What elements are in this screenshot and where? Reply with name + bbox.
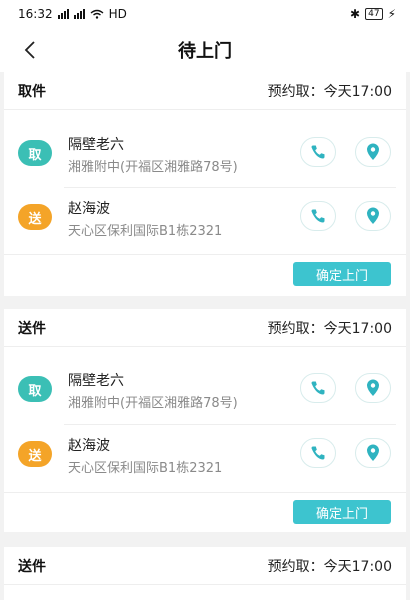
appointment-time: 预约取：今天17:00 xyxy=(267,558,392,575)
card-header: 送件 预约取：今天17:00 xyxy=(4,547,406,585)
order-card: 送件 预约取：今天17:00 xyxy=(4,547,406,600)
pickup-badge: 取 xyxy=(18,376,52,402)
status-left: 16:32 HD xyxy=(18,7,127,21)
battery-icon: 47 xyxy=(365,8,383,20)
delivery-badge: 送 xyxy=(18,441,52,467)
status-right: ✱ 47 ⚡ xyxy=(350,7,396,21)
contact-name: 隔壁老六 xyxy=(68,373,124,389)
contact-address: 湘雅附中(开福区湘雅路78号) xyxy=(68,160,238,175)
appointment-time: 预约取：今天17:00 xyxy=(267,83,392,100)
contact-address: 天心区保利国际B1栋2321 xyxy=(68,224,223,239)
contact-row: 送 赵海波 天心区保利国际B1栋2321 xyxy=(4,192,406,242)
location-pin-icon xyxy=(367,143,379,160)
order-card: 送件 预约取：今天17:00 取 隔壁老六 湘雅附中(开福区湘雅路78号) 送 … xyxy=(4,309,406,532)
location-pin-icon xyxy=(367,379,379,396)
confirm-visit-button[interactable]: 确定上门 xyxy=(293,262,391,286)
contact-row: 取 隔壁老六 湘雅附中(开福区湘雅路78号) xyxy=(4,128,406,178)
contact-name: 隔壁老六 xyxy=(68,137,124,153)
row-divider xyxy=(64,187,396,188)
contact-row: 送 赵海波 天心区保利国际B1栋2321 xyxy=(4,429,406,479)
location-button[interactable] xyxy=(355,137,391,167)
phone-icon xyxy=(311,381,325,395)
status-time: 16:32 xyxy=(18,7,53,21)
location-button[interactable] xyxy=(355,438,391,468)
appointment-time: 预约取：今天17:00 xyxy=(267,320,392,337)
card-title: 取件 xyxy=(18,83,46,100)
pickup-badge: 取 xyxy=(18,140,52,166)
order-card: 取件 预约取：今天17:00 取 隔壁老六 湘雅附中(开福区湘雅路78号) 送 … xyxy=(4,72,406,296)
card-title: 送件 xyxy=(18,320,46,337)
call-button[interactable] xyxy=(300,438,336,468)
location-pin-icon xyxy=(367,207,379,224)
page-title: 待上门 xyxy=(178,41,232,62)
wifi-icon xyxy=(90,9,104,19)
row-divider xyxy=(4,492,406,493)
row-divider xyxy=(4,254,406,255)
network-label: HD xyxy=(108,7,127,21)
location-button[interactable] xyxy=(355,373,391,403)
back-button[interactable] xyxy=(18,37,42,63)
confirm-visit-button[interactable]: 确定上门 xyxy=(293,500,391,524)
call-button[interactable] xyxy=(300,201,336,231)
status-bar: 16:32 HD ✱ 47 ⚡ xyxy=(0,0,410,28)
location-pin-icon xyxy=(367,444,379,461)
card-title: 送件 xyxy=(18,558,46,575)
contact-name: 赵海波 xyxy=(68,438,110,454)
charging-icon: ⚡ xyxy=(387,7,396,21)
card-header: 取件 预约取：今天17:00 xyxy=(4,72,406,110)
location-button[interactable] xyxy=(355,201,391,231)
phone-icon xyxy=(311,446,325,460)
contact-name: 赵海波 xyxy=(68,201,110,217)
signal-icon-2 xyxy=(73,9,85,19)
signal-icon xyxy=(57,9,69,19)
contact-row: 取 隔壁老六 湘雅附中(开福区湘雅路78号) xyxy=(4,364,406,414)
nav-bar: 待上门 xyxy=(0,28,410,72)
bluetooth-icon: ✱ xyxy=(350,7,361,21)
phone-icon xyxy=(311,145,325,159)
call-button[interactable] xyxy=(300,373,336,403)
contact-address: 天心区保利国际B1栋2321 xyxy=(68,461,223,476)
phone-icon xyxy=(311,209,325,223)
contact-address: 湘雅附中(开福区湘雅路78号) xyxy=(68,396,238,411)
card-header: 送件 预约取：今天17:00 xyxy=(4,309,406,347)
delivery-badge: 送 xyxy=(18,204,52,230)
row-divider xyxy=(64,424,396,425)
call-button[interactable] xyxy=(300,137,336,167)
chevron-left-icon xyxy=(24,41,35,59)
